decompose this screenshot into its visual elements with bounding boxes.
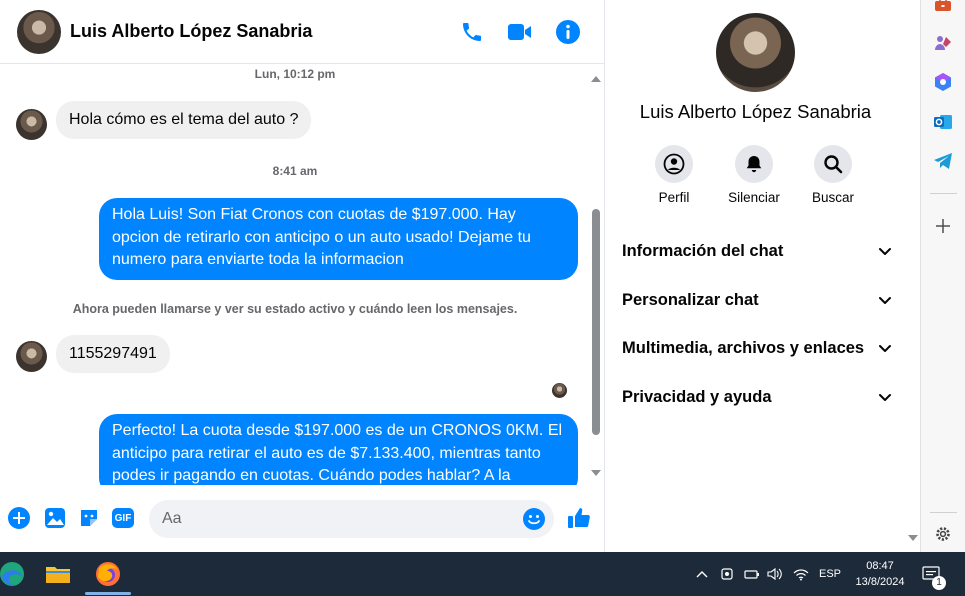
gallery-icon[interactable] — [43, 506, 67, 530]
add-icon[interactable] — [932, 215, 954, 237]
profile-avatar[interactable] — [716, 13, 795, 92]
section-chat-info[interactable]: Información del chat — [622, 238, 892, 264]
clock[interactable]: 08:47 13/8/2024 — [848, 558, 912, 590]
outgoing-message[interactable]: Perfecto! La cuota desde $197.000 es de … — [99, 414, 578, 485]
plus-icon[interactable] — [7, 506, 31, 530]
info-icon[interactable] — [554, 18, 582, 46]
scroll-down-arrow-icon[interactable] — [591, 470, 601, 476]
section-privacy-help[interactable]: Privacidad y ayuda — [622, 384, 892, 410]
search-icon[interactable] — [814, 145, 852, 183]
scroll-thumb[interactable] — [592, 209, 600, 435]
incoming-message[interactable]: Hola cómo es el tema del auto ? — [56, 101, 312, 139]
section-title: Información del chat — [622, 241, 784, 260]
search-action[interactable]: Buscar — [793, 145, 873, 205]
file-explorer-icon[interactable] — [42, 558, 74, 590]
sticker-icon[interactable] — [77, 506, 101, 530]
profile-name: Luis Alberto López Sanabria — [639, 101, 872, 122]
timestamp: 8:41 am — [272, 164, 318, 178]
contact-name[interactable]: Luis Alberto López Sanabria — [70, 21, 312, 42]
emoji-icon[interactable] — [522, 507, 546, 531]
message-scrollbar[interactable] — [590, 70, 602, 480]
sidebar-separator — [930, 193, 957, 194]
contact-avatar[interactable] — [17, 10, 61, 54]
chevron-down-icon — [879, 248, 891, 255]
chevron-down-icon — [879, 345, 891, 352]
section-media-files-links[interactable]: Multimedia, archivos y enlaces — [622, 335, 892, 361]
notification-badge: 1 — [932, 576, 946, 590]
panel-scroll-down-icon[interactable] — [908, 535, 918, 541]
phone-icon[interactable] — [458, 18, 486, 46]
video-call-icon[interactable] — [506, 18, 534, 46]
sender-avatar[interactable] — [16, 341, 47, 372]
notification-center-icon[interactable]: 1 — [922, 552, 948, 596]
telegram-icon[interactable] — [932, 150, 954, 172]
scroll-up-arrow-icon[interactable] — [591, 76, 601, 82]
taskbar: ESP 08:47 13/8/2024 1 — [0, 552, 965, 596]
firefox-icon[interactable] — [92, 558, 124, 590]
outlook-icon[interactable] — [932, 111, 954, 133]
battery-icon[interactable] — [744, 552, 762, 596]
section-title: Multimedia, archivos y enlaces — [622, 338, 865, 357]
section-title: Privacidad y ayuda — [622, 387, 772, 406]
chevron-down-icon — [879, 297, 891, 304]
profile-action[interactable]: Perfil — [634, 145, 714, 205]
gif-label: GIF — [114, 512, 132, 524]
meet-now-icon[interactable] — [720, 552, 736, 596]
read-receipt-avatar — [552, 383, 567, 398]
chat-panel: Luis Alberto López Sanabria Lun, 10:12 p… — [0, 0, 604, 552]
search-label: Buscar — [811, 190, 855, 205]
gear-icon[interactable] — [932, 523, 954, 545]
sender-avatar[interactable] — [16, 109, 47, 140]
timestamp: Lun, 10:12 pm — [254, 67, 336, 81]
clock-date: 13/8/2024 — [855, 576, 905, 588]
gif-icon[interactable]: GIF — [111, 506, 135, 530]
chat-header: Luis Alberto López Sanabria — [0, 0, 604, 64]
message-input[interactable] — [162, 500, 522, 538]
thumbs-up-icon[interactable] — [567, 506, 591, 530]
wifi-icon[interactable] — [793, 552, 811, 596]
sidebar-separator — [930, 512, 957, 513]
active-app-indicator — [85, 592, 131, 595]
system-notice: Ahora pueden llamarse y ver su estado ac… — [72, 302, 518, 316]
mute-action[interactable]: Silenciar — [714, 145, 794, 205]
toolbox-icon[interactable] — [932, 0, 954, 16]
profile-icon[interactable] — [655, 145, 693, 183]
message-input-wrapper — [149, 500, 554, 538]
chevron-up-icon[interactable] — [696, 552, 712, 596]
games-icon[interactable] — [932, 32, 954, 54]
bell-icon[interactable] — [735, 145, 773, 183]
outgoing-message[interactable]: Hola Luis! Son Fiat Cronos con cuotas de… — [99, 198, 578, 280]
section-customize-chat[interactable]: Personalizar chat — [622, 287, 892, 313]
profile-label: Perfil — [658, 190, 690, 205]
conversation-info-panel: Luis Alberto López Sanabria Perfil Silen… — [605, 0, 920, 552]
screen: Luis Alberto López Sanabria Lun, 10:12 p… — [0, 0, 965, 596]
language-indicator[interactable]: ESP — [819, 552, 845, 596]
composer-bar: GIF — [0, 492, 604, 548]
chevron-down-icon — [879, 394, 891, 401]
incoming-message[interactable]: 1155297491 — [56, 335, 170, 373]
message-list[interactable]: Lun, 10:12 pm Hola cómo es el tema del a… — [0, 65, 590, 485]
section-title: Personalizar chat — [622, 290, 759, 309]
mute-label: Silenciar — [728, 190, 780, 205]
browser-sidebar — [920, 0, 965, 552]
edge-app-icon[interactable] — [0, 558, 28, 590]
clock-time: 08:47 — [866, 560, 894, 572]
volume-icon[interactable] — [767, 552, 785, 596]
copilot-icon[interactable] — [932, 71, 954, 93]
